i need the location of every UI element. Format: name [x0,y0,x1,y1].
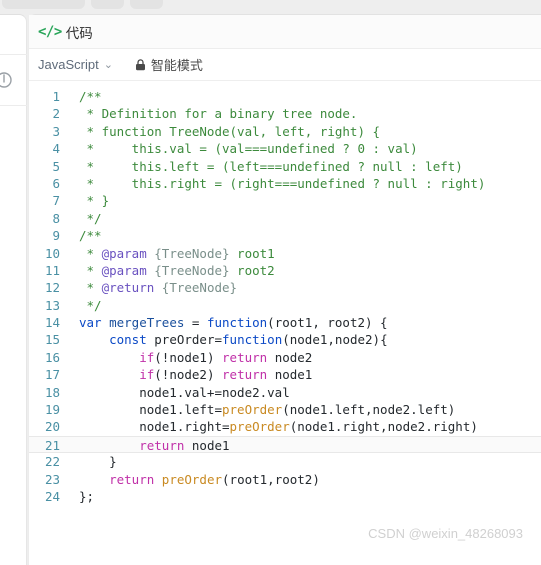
line-number: 14 [44,315,60,331]
top-tab-chips [2,0,163,9]
page-title: 代码 [65,25,93,41]
line-content: /** [79,89,102,104]
code-line[interactable]: 11 * @param {TreeNode} root2 [29,262,541,279]
line-content: if(!node1) return node2 [139,349,313,365]
code-line[interactable]: 24}; [29,488,541,505]
language-select-label: JavaScript [38,57,99,72]
editor-toolbar: JavaScript ⌄ 智能模式 [29,49,541,81]
panel-header: </> 代码 [29,15,541,49]
code-line[interactable]: 9 /** [29,227,541,244]
line-number: 16 [44,349,60,365]
line-number: 17 [44,367,60,383]
line-content: * @param {TreeNode} root2 [79,262,275,278]
line-content: * this.left = (left===undefined ? null :… [79,158,463,174]
line-number: 2 [52,106,60,122]
line-number: 11 [44,262,60,278]
line-number: 18 [44,384,60,400]
code-line[interactable]: 18 node1.val+=node2.val [29,384,541,401]
code-lines: 1/** 2 * Definition for a binary tree nod… [29,88,541,505]
line-number: 15 [44,332,60,348]
language-select[interactable]: JavaScript ⌄ [38,57,113,72]
code-panel: </> 代码 JavaScript ⌄ 智能模式 1/** 2 * Defini… [28,14,541,565]
line-content: * } [79,193,110,209]
code-line[interactable]: 6 * this.right = (right===undefined ? nu… [29,175,541,192]
line-number: 7 [52,193,60,209]
code-line[interactable]: 17 if(!node2) return node1 [29,366,541,383]
code-line[interactable]: 4 * this.val = (val===undefined ? 0 : va… [29,140,541,157]
code-line[interactable]: 13 */ [29,297,541,314]
code-line[interactable]: 16 if(!node1) return node2 [29,349,541,366]
line-content: * @return {TreeNode} [79,280,238,296]
smart-mode-indicator[interactable]: 智能模式 [135,55,203,74]
line-content: if(!node2) return node1 [139,367,313,383]
code-tag-icon: </> [38,23,62,40]
code-line[interactable]: 19 node1.left=preOrder(node1.left,node2.… [29,401,541,418]
line-content: * @param {TreeNode} root1 [79,245,275,261]
code-line[interactable]: 21 return node1 [29,435,541,454]
line-content: */ [79,297,102,313]
line-number: 24 [44,488,60,504]
code-line[interactable]: 14 var mergeTrees = function(root1, root2… [29,314,541,331]
top-chip-2[interactable] [91,0,124,9]
code-line[interactable]: 20 node1.right=preOrder(node1.right,node… [29,418,541,435]
line-number: 22 [44,454,60,470]
code-line[interactable]: 12 * @return {TreeNode} [29,279,541,296]
circle-icon[interactable] [0,70,14,90]
line-number: 10 [44,245,60,261]
line-content: var mergeTrees = function(root1, root2) … [79,315,388,331]
line-content: /** [79,228,102,244]
rail-divider-top [0,54,27,55]
line-number: 21 [44,437,60,453]
code-line[interactable]: 22 } [29,453,541,470]
line-number: 5 [52,158,60,174]
code-line[interactable]: 5 * this.left = (left===undefined ? null… [29,158,541,175]
code-line[interactable]: 7 * } [29,192,541,209]
line-number: 23 [44,471,60,487]
line-content: }; [79,488,95,504]
line-content: node1.val+=node2.val [79,384,290,400]
line-content: node1.right=preOrder(node1.right,node2.r… [79,419,478,435]
rail-divider-bottom [0,105,27,106]
watermark: CSDN @weixin_48268093 [368,525,523,541]
line-content: return node1 [139,437,230,453]
code-line[interactable]: 2 * Definition for a binary tree node. [29,105,541,122]
code-editor[interactable]: 1/** 2 * Definition for a binary tree nod… [29,81,541,564]
line-number: 20 [44,419,60,435]
top-chip-3[interactable] [130,0,163,9]
line-content: node1.left=preOrder(node1.left,node2.lef… [79,402,456,418]
app-root: </> 代码 JavaScript ⌄ 智能模式 1/** 2 * Defini… [0,0,541,565]
lock-icon [135,58,146,71]
line-content: * Definition for a binary tree node. [79,106,358,122]
line-content: * function TreeNode(val, left, right) { [79,123,381,139]
chevron-down-icon: ⌄ [103,59,113,71]
line-number: 6 [52,175,60,191]
line-number: 8 [52,210,60,226]
line-content: * this.right = (right===undefined ? null… [79,175,486,191]
code-line[interactable]: 3 * function TreeNode(val, left, right) … [29,123,541,140]
line-number: 12 [44,280,60,296]
code-line[interactable]: 8 */ [29,210,541,227]
code-line[interactable]: 1 /** [29,88,541,105]
top-chip-1[interactable] [2,0,85,9]
line-number: 1 [52,89,60,104]
line-number: 3 [52,123,60,139]
line-content: */ [79,210,102,226]
line-content: } [79,454,117,470]
left-rail [0,14,27,565]
line-content: return preOrder(root1,root2) [109,471,320,487]
line-number: 19 [44,402,60,418]
code-line[interactable]: 23 return preOrder(root1,root2) [29,471,541,488]
line-content: * this.val = (val===undefined ? 0 : val) [79,141,418,157]
line-number: 4 [52,141,60,157]
line-number: 13 [44,297,60,313]
code-line[interactable]: 15 const preOrder=function(node1,node2){ [29,331,541,348]
line-number: 9 [52,228,60,244]
smart-mode-label: 智能模式 [150,58,203,73]
line-content: const preOrder=function(node1,node2){ [109,332,388,348]
code-line[interactable]: 10 * @param {TreeNode} root1 [29,245,541,262]
